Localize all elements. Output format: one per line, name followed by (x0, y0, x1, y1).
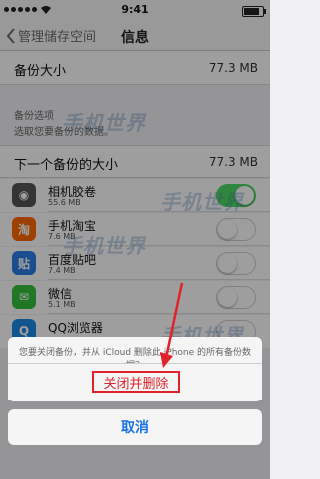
action-sheet-confirm-row: 关闭并删除 (8, 363, 262, 401)
turn-off-and-delete-button[interactable]: 关闭并删除 (92, 371, 180, 393)
modal-overlay[interactable] (0, 0, 270, 479)
cancel-button[interactable]: 取消 (8, 409, 262, 445)
